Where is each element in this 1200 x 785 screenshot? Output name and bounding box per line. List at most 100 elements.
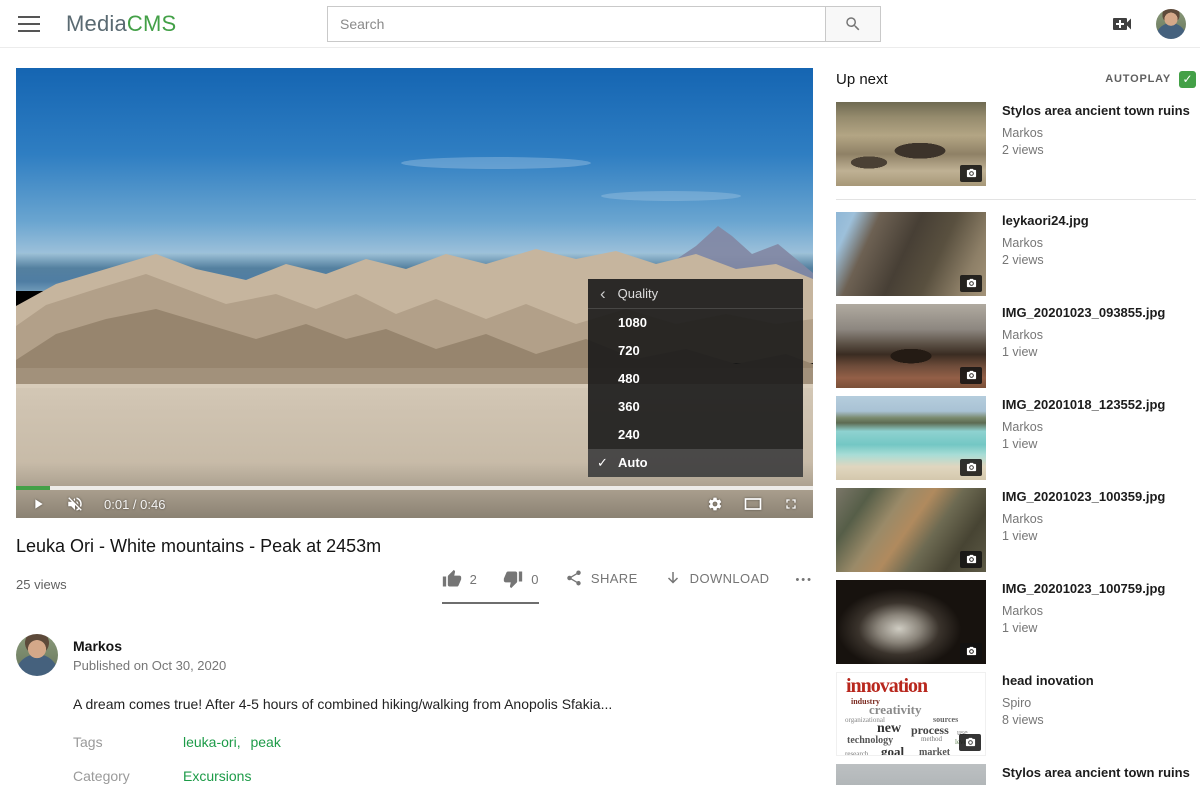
camera-icon [966,370,977,381]
quality-option-720[interactable]: 720 [588,337,803,365]
image-type-badge [960,551,982,568]
item-author: Markos [1002,604,1165,618]
quality-option-1080[interactable]: 1080 [588,309,803,337]
logo-media: Media [66,11,127,36]
search-input[interactable] [327,6,826,42]
up-next-item-5[interactable]: IMG_20201023_100359.jpg Markos 1 view [836,488,1196,572]
volume-muted-icon [66,495,84,513]
tag-link-peak[interactable]: peak [250,734,280,750]
category-link-excursions[interactable]: Excursions [183,768,251,784]
search-button[interactable] [826,6,881,42]
gear-icon [707,496,723,512]
page: MediaCMS [0,0,1200,785]
quality-option-auto-label: Auto [618,455,648,470]
quality-option-240[interactable]: 240 [588,421,803,449]
settings-button[interactable] [707,496,723,512]
action-buttons: 2 0 SHARE DOWNLOAD ••• [442,569,813,604]
tag-separator: , [237,734,241,750]
camera-icon [966,554,977,565]
thumbnail [836,580,986,664]
upload-media-button[interactable] [1110,12,1134,36]
theater-mode-button[interactable] [743,496,763,512]
thumb-up-icon [442,569,462,589]
player-controls: 0:01 / 0:46 [16,490,813,518]
item-author: Markos [1002,512,1165,526]
wordcloud-word: innovation [846,676,927,696]
user-avatar[interactable] [1156,9,1186,39]
up-next-item-3[interactable]: IMG_20201023_093855.jpg Markos 1 view [836,304,1196,388]
quality-option-480[interactable]: 480 [588,365,803,393]
quality-menu-title: Quality [618,286,658,301]
category-row: Category Excursions [73,768,813,784]
up-next-sidebar: Up next AUTOPLAY ✓ Stylos area ancient t… [836,68,1196,785]
item-title: IMG_20201023_100359.jpg [1002,489,1165,505]
view-count: 25 views [16,577,67,592]
logo-cms: CMS [127,11,177,36]
camera-icon [966,462,977,473]
camera-icon [966,278,977,289]
check-icon: ✓ [597,449,608,477]
like-button[interactable]: 2 [442,569,478,589]
up-next-item-8[interactable]: Stylos area ancient town ruins [836,764,1196,785]
up-next-item-4[interactable]: IMG_20201018_123552.jpg Markos 1 view [836,396,1196,480]
main-column: ‹ Quality 1080 720 480 360 240 ✓ Auto [16,68,813,785]
more-options-button[interactable]: ••• [795,574,813,586]
item-views: 1 view [1002,621,1165,635]
topbar-right [1110,9,1186,39]
up-next-item-7[interactable]: innovation industry creativity organizat… [836,672,1196,756]
author-name[interactable]: Markos [73,638,226,654]
item-author: Spiro [1002,696,1094,710]
logo[interactable]: MediaCMS [66,11,176,37]
share-button[interactable]: SHARE [565,569,638,587]
camera-icon [965,737,976,748]
divider [836,199,1196,200]
item-views: 1 view [1002,345,1165,359]
download-label: DOWNLOAD [690,571,770,586]
up-next-item-2[interactable]: leykaori24.jpg Markos 2 views [836,212,1196,296]
thumbnail [836,212,986,296]
item-views: 2 views [1002,253,1089,267]
thumbnail: innovation industry creativity organizat… [836,672,986,756]
media-details: Tags leuka-ori, peak Category Excursions [73,734,813,784]
up-next-title: Up next [836,71,888,88]
item-author: Markos [1002,420,1165,434]
share-icon [565,569,583,587]
video-player[interactable]: ‹ Quality 1080 720 480 360 240 ✓ Auto [16,68,813,518]
tags-row: Tags leuka-ori, peak [73,734,813,750]
thumbnail [836,488,986,572]
author-avatar[interactable] [16,634,58,676]
image-type-badge [960,643,982,660]
up-next-item-1[interactable]: Stylos area ancient town ruins Markos 2 … [836,102,1196,186]
dislike-button[interactable]: 0 [503,569,539,589]
quality-option-360[interactable]: 360 [588,393,803,421]
camera-icon [966,168,977,179]
item-author: Markos [1002,126,1190,140]
up-next-header: Up next AUTOPLAY ✓ [836,68,1196,90]
download-button[interactable]: DOWNLOAD [664,569,770,587]
video-title: Leuka Ori - White mountains - Peak at 24… [16,536,813,557]
item-author: Markos [1002,236,1089,250]
quality-option-auto[interactable]: ✓ Auto [588,449,803,477]
up-next-item-6[interactable]: IMG_20201023_100759.jpg Markos 1 view [836,580,1196,664]
item-title: Stylos area ancient town ruins [1002,765,1190,781]
mute-button[interactable] [66,495,84,513]
autoplay-checkbox[interactable]: ✓ [1179,71,1196,88]
item-views: 1 view [1002,437,1165,451]
back-chevron-icon: ‹ [600,285,606,302]
quality-menu-header[interactable]: ‹ Quality [588,279,803,309]
fullscreen-button[interactable] [783,496,799,512]
item-author: Markos [1002,328,1165,342]
wordcloud-word: goal [881,745,904,756]
ellipsis-icon: ••• [795,574,813,586]
item-title: leykaori24.jpg [1002,213,1089,229]
wordcloud-word: method [921,736,942,743]
thumbnail [836,304,986,388]
thumbnail [836,102,986,186]
publish-date: Published on Oct 30, 2020 [73,658,226,673]
menu-icon[interactable] [18,16,40,32]
play-button[interactable] [30,496,46,512]
tag-link-leuka-ori[interactable]: leuka-ori [183,734,237,750]
video-description: A dream comes true! After 4-5 hours of c… [73,696,813,712]
wordcloud-word: creativity [869,703,921,716]
like-count: 2 [470,572,478,587]
